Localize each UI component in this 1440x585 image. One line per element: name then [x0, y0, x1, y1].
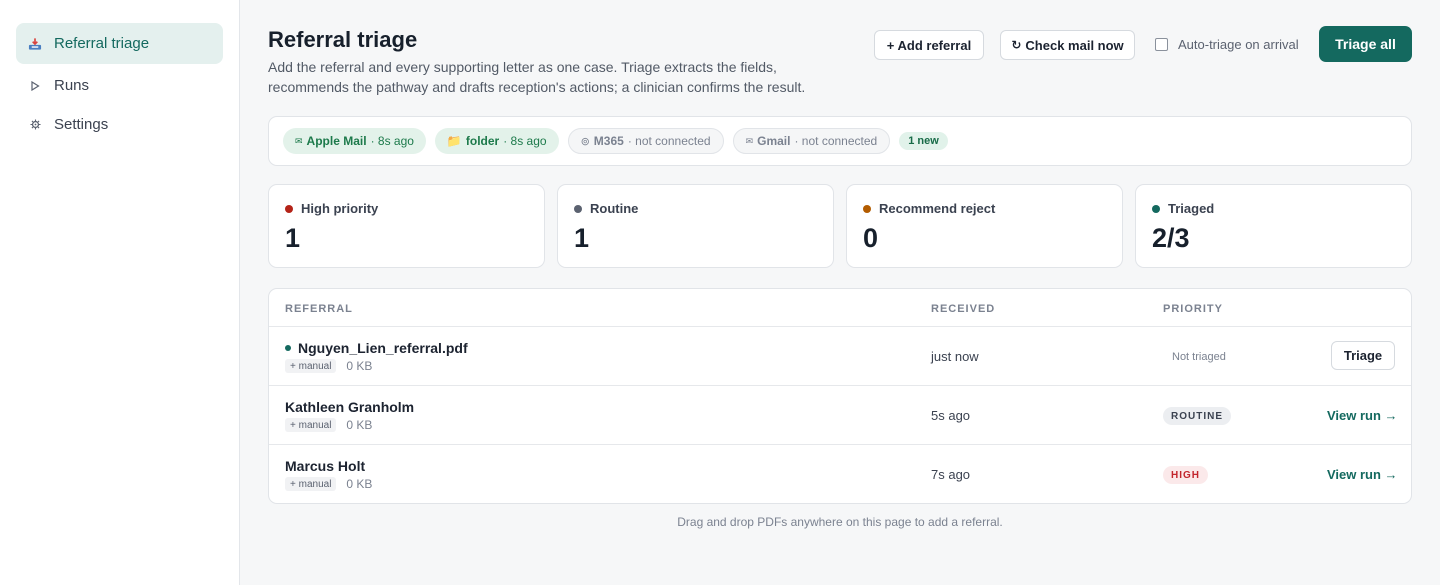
- source-name: M365: [593, 134, 624, 148]
- referral-name: Marcus Holt: [285, 458, 366, 474]
- triage-button[interactable]: Triage: [1331, 341, 1395, 370]
- stat-card-triaged: Triaged 2/3: [1135, 184, 1412, 268]
- stat-value: 1: [285, 223, 301, 253]
- stat-label: Triaged: [1168, 201, 1215, 216]
- table-header: REFERRAL RECEIVED PRIORITY: [269, 289, 1411, 327]
- priority-badge-routine: ROUTINE: [1163, 407, 1231, 425]
- source-chip-gmail[interactable]: ✉ Gmail · not connected: [732, 128, 891, 154]
- sidebar-item-settings[interactable]: Settings: [16, 104, 223, 145]
- source-chip-m365[interactable]: ⊚ M365 · not connected: [567, 128, 724, 154]
- source-tag: + manual: [285, 418, 337, 432]
- table-row[interactable]: Nguyen_Lien_referral.pdf + manual 0 KB j…: [269, 327, 1411, 386]
- column-header-received: RECEIVED: [931, 303, 996, 315]
- stat-card-routine: Routine 1: [557, 184, 834, 268]
- triage-all-label: Triage all: [1335, 36, 1396, 52]
- page-description: Add the referral and every supporting le…: [268, 59, 806, 95]
- received-time: 7s ago: [931, 467, 971, 482]
- triage-all-button[interactable]: Triage all: [1319, 26, 1412, 62]
- column-header-priority: PRIORITY: [1163, 303, 1223, 315]
- inbox-tray-icon: [28, 37, 42, 51]
- file-size: 0 KB: [346, 477, 373, 491]
- source-name: Gmail: [757, 134, 791, 148]
- gear-icon: [28, 119, 42, 130]
- sidebar-item-runs[interactable]: Runs: [16, 65, 223, 106]
- status-dot: [1152, 204, 1160, 213]
- stat-value: 0: [863, 223, 879, 253]
- mail-icon: ✉: [745, 135, 754, 146]
- new-indicator-dot: [285, 345, 291, 351]
- received-time: 5s ago: [931, 408, 971, 423]
- mail-icon: ✉: [295, 135, 303, 146]
- add-referral-label: + Add referral: [886, 37, 972, 53]
- stat-label: High priority: [301, 201, 379, 216]
- file-size: 0 KB: [346, 418, 373, 432]
- stat-value: 1: [574, 223, 590, 253]
- mail-sources-bar: ✉ Apple Mail · 8s ago 📁 folder · 8s ago …: [268, 116, 1412, 166]
- column-header-referral: REFERRAL: [285, 303, 353, 315]
- stat-card-high-priority: High priority 1: [268, 184, 545, 268]
- referral-name: Kathleen Granholm: [285, 399, 415, 415]
- referrals-table: REFERRAL RECEIVED PRIORITY Nguyen_Lien_r…: [268, 288, 1412, 504]
- play-icon: [28, 80, 42, 91]
- priority-badge-high: HIGH: [1163, 466, 1208, 484]
- check-mail-label: Check mail now: [1025, 37, 1124, 53]
- table-row[interactable]: Marcus Holt + manual 0 KB 7s ago HIGH Vi…: [269, 445, 1411, 503]
- source-name: folder: [465, 134, 500, 148]
- refresh-icon: ↻: [1011, 38, 1022, 52]
- source-status: · 8s ago: [503, 134, 547, 148]
- source-chip-folder[interactable]: 📁 folder · 8s ago: [434, 128, 559, 154]
- stat-label: Recommend reject: [879, 201, 996, 216]
- source-tag: + manual: [285, 359, 337, 373]
- stat-card-recommend-reject: Recommend reject 0: [846, 184, 1123, 268]
- auto-triage-checkbox[interactable]: [1155, 38, 1168, 51]
- page-title: Referral triage: [268, 27, 418, 52]
- stat-value: 2/3: [1152, 223, 1190, 253]
- sidebar: Referral triage Runs Settings: [0, 0, 240, 585]
- status-dot: [863, 204, 871, 213]
- triage-status: Not triaged: [1172, 351, 1226, 363]
- received-time: just now: [931, 349, 979, 364]
- status-dot: [574, 204, 582, 213]
- view-run-link[interactable]: View run →: [1327, 467, 1398, 482]
- source-status: · not connected: [794, 134, 878, 148]
- add-referral-button[interactable]: + Add referral: [874, 30, 984, 60]
- m365-icon: ⊚: [580, 135, 590, 148]
- sidebar-item-label: Settings: [54, 116, 109, 133]
- sidebar-item-referral-triage[interactable]: Referral triage: [16, 23, 223, 64]
- source-status: · not connected: [627, 134, 711, 148]
- file-size: 0 KB: [346, 359, 373, 373]
- table-row[interactable]: Kathleen Granholm + manual 0 KB 5s ago R…: [269, 386, 1411, 445]
- stat-label: Routine: [590, 201, 639, 216]
- drag-drop-hint: Drag and drop PDFs anywhere on this page…: [677, 515, 1003, 529]
- source-name: Apple Mail: [306, 134, 367, 148]
- source-status: · 8s ago: [370, 134, 414, 148]
- auto-triage-label: Auto-triage on arrival: [1178, 37, 1299, 52]
- auto-triage-toggle: Auto-triage on arrival: [1155, 37, 1299, 52]
- view-run-link[interactable]: View run →: [1327, 408, 1398, 423]
- referral-name: Nguyen_Lien_referral.pdf: [298, 340, 468, 356]
- source-tag: + manual: [285, 477, 337, 491]
- check-mail-button[interactable]: ↻ Check mail now: [1000, 30, 1135, 60]
- sidebar-item-label: Runs: [54, 77, 90, 94]
- source-chip-apple-mail[interactable]: ✉ Apple Mail · 8s ago: [283, 128, 426, 154]
- new-count-badge: 1 new: [899, 132, 948, 150]
- sidebar-item-label: Referral triage: [54, 35, 150, 52]
- folder-icon: 📁: [446, 134, 462, 148]
- status-dot: [285, 204, 293, 213]
